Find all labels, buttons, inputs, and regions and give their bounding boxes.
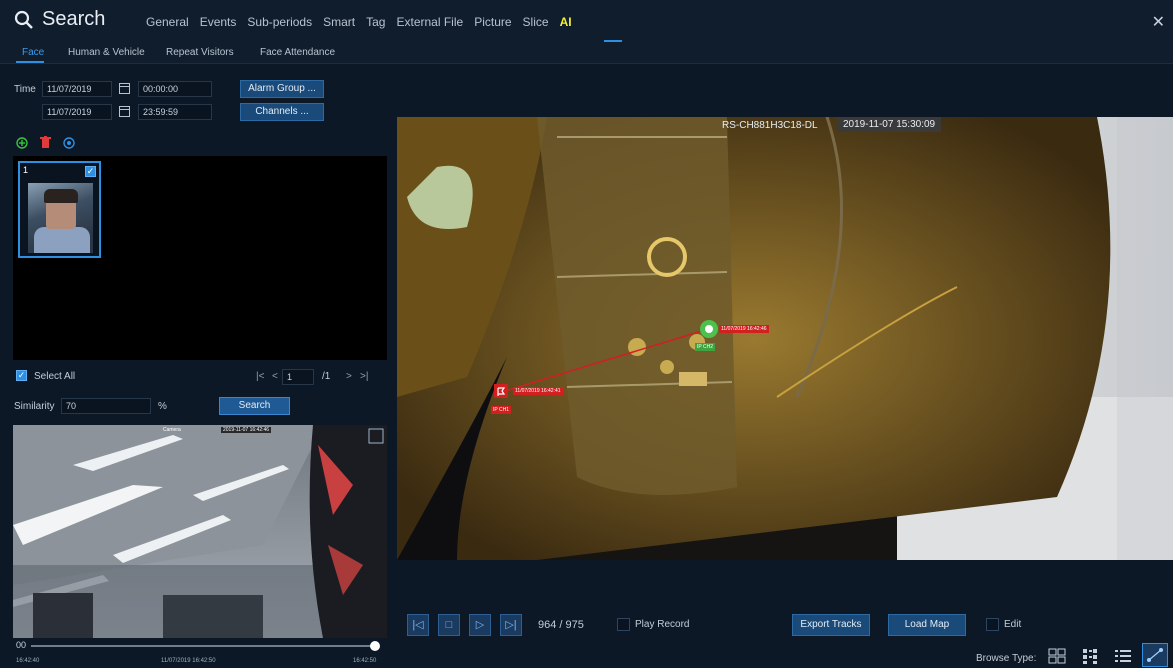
face-card[interactable]: 1 ✓ — [18, 161, 101, 258]
preview-time-overlay: 2019-11-07 16:42:46 — [221, 427, 272, 433]
face-settings-icon[interactable] — [63, 137, 75, 149]
channels-button[interactable]: Channels ... — [240, 103, 324, 121]
edit-checkbox[interactable] — [986, 618, 999, 631]
timeline-mid-time: 11/07/2019 16:42:50 — [161, 658, 216, 664]
similarity-unit: % — [158, 401, 167, 412]
track-ch1-time: 11/07/2019 16:42:41 — [513, 387, 563, 395]
time-label: Time — [14, 84, 36, 95]
calendar-icon[interactable] — [119, 106, 130, 117]
end-date-field[interactable]: 11/07/2019 — [42, 104, 112, 120]
list-view-icon[interactable] — [1114, 648, 1132, 664]
top-bar: Search General Events Sub-periods Smart … — [0, 0, 1173, 44]
play-record-checkbox[interactable] — [617, 618, 630, 631]
preview-scene — [13, 425, 387, 638]
face-thumbnail — [28, 183, 93, 253]
timeline-start-time: 16:42:40 — [16, 658, 40, 664]
close-icon[interactable]: ✕ — [1152, 12, 1165, 32]
tab-general[interactable]: General — [146, 15, 189, 29]
prev-track-icon[interactable]: |◁ — [407, 614, 429, 636]
video-timestamp: 2019-11-07 15:30:09 — [837, 117, 942, 132]
stop-icon[interactable]: □ — [438, 614, 460, 636]
tab-events[interactable]: Events — [200, 15, 237, 29]
browse-type-label: Browse Type: — [976, 653, 1037, 664]
page-total: /1 — [322, 371, 331, 382]
subtab-face[interactable]: Face — [22, 47, 44, 58]
tab-smart[interactable]: Smart — [323, 15, 355, 29]
track-path-icon — [1147, 648, 1163, 662]
subtab-human-vehicle[interactable]: Human & Vehicle — [68, 47, 145, 58]
search-button[interactable]: Search — [219, 397, 290, 415]
face-card-checkbox[interactable]: ✓ — [85, 166, 96, 177]
add-face-icon[interactable] — [16, 137, 28, 149]
edit-label: Edit — [1004, 619, 1022, 630]
tab-ai[interactable]: AI — [560, 15, 572, 29]
tab-external-file[interactable]: External File — [396, 15, 463, 29]
video-channel-name: RS-CH881H3C18-DL — [722, 120, 818, 131]
track-ch2-time: 11/07/2019 16:42:46 — [719, 325, 769, 333]
prev-page-icon[interactable]: < — [272, 371, 278, 382]
grid-view-icon[interactable] — [1048, 648, 1066, 664]
search-title-group: Search — [14, 8, 105, 31]
preview-timeline[interactable]: 00 16:42:40 11/07/2019 16:42:50 16:42:50 — [13, 638, 387, 668]
subtab-repeat-visitors[interactable]: Repeat Visitors — [166, 47, 234, 58]
timeline-track[interactable] — [31, 645, 376, 647]
start-date-field[interactable]: 11/07/2019 — [42, 81, 112, 97]
track-view-button[interactable] — [1142, 643, 1168, 667]
face-grid: 1 ✓ — [13, 156, 387, 360]
tab-picture[interactable]: Picture — [474, 15, 511, 29]
play-record-label: Play Record — [635, 619, 690, 630]
page-title: Search — [42, 8, 106, 30]
tab-tag[interactable]: Tag — [366, 15, 385, 29]
start-time-field[interactable]: 00:00:00 — [138, 81, 212, 97]
preview-player[interactable]: Camera 2019-11-07 16:42:46 — [13, 425, 387, 638]
timeline-handle[interactable] — [370, 641, 380, 651]
end-time-field[interactable]: 23:59:59 — [138, 104, 212, 120]
similarity-label: Similarity — [14, 401, 55, 412]
search-icon — [14, 10, 33, 29]
delete-face-icon[interactable] — [40, 136, 51, 149]
select-all-label: Select All — [34, 371, 76, 382]
alarm-group-button[interactable]: Alarm Group ... — [240, 80, 324, 98]
preview-camera-overlay: Camera — [163, 427, 181, 433]
last-page-icon[interactable]: >| — [360, 371, 368, 382]
track-ch2-label: IP CH2 — [695, 343, 716, 351]
similarity-input[interactable]: 70 — [61, 398, 151, 414]
calendar-icon[interactable] — [119, 83, 130, 94]
load-map-button[interactable]: Load Map — [888, 614, 966, 636]
active-tab-underline — [604, 40, 622, 42]
next-track-icon[interactable]: ▷| — [500, 614, 522, 636]
tab-slice[interactable]: Slice — [523, 15, 549, 29]
track-ch1-label: IP CH1 — [491, 406, 512, 414]
preview-play-icon[interactable]: 00 — [16, 640, 26, 650]
subtab-face-attendance[interactable]: Face Attendance — [260, 47, 335, 58]
main-tabs: General Events Sub-periods Smart Tag Ext… — [146, 15, 583, 29]
first-page-icon[interactable]: |< — [256, 371, 264, 382]
face-card-index: 1 — [23, 165, 29, 175]
track-video-view[interactable]: RS-CH881H3C18-DL 2019-11-07 15:30:09 11/… — [397, 117, 1173, 560]
export-tracks-button[interactable]: Export Tracks — [792, 614, 870, 636]
select-all-checkbox[interactable]: ✓ — [16, 370, 27, 381]
next-page-icon[interactable]: > — [346, 371, 352, 382]
sub-tabs: Face Human & Vehicle Repeat Visitors Fac… — [0, 44, 1173, 64]
page-number-field[interactable]: 1 — [282, 369, 314, 385]
active-subtab-underline — [16, 61, 44, 63]
tab-sub-periods[interactable]: Sub-periods — [247, 15, 312, 29]
track-counter: 964 / 975 — [538, 619, 584, 631]
play-icon[interactable]: ▷ — [469, 614, 491, 636]
video-scene — [397, 117, 1173, 560]
timeline-end-time: 16:42:50 — [353, 658, 377, 664]
detail-view-icon[interactable] — [1082, 648, 1100, 664]
